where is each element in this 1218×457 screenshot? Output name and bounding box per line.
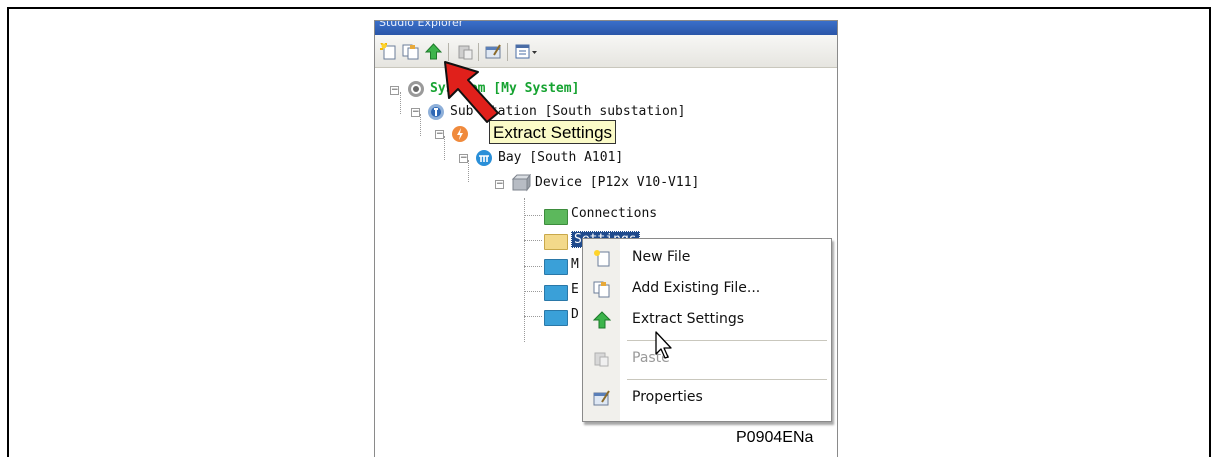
- new-file-icon[interactable]: [380, 43, 397, 60]
- folder-icon: [544, 259, 568, 275]
- view-options-icon[interactable]: [515, 43, 539, 60]
- add-existing-file-icon[interactable]: [402, 43, 419, 60]
- substation-node-label[interactable]: station [South substation]: [482, 104, 686, 119]
- menu-separator: [627, 379, 827, 380]
- bay-icon: [476, 150, 492, 166]
- folder-icon: [544, 234, 568, 250]
- paste-icon: [594, 352, 609, 367]
- toolbar-separator: [507, 43, 508, 61]
- collapse-bay-toggle[interactable]: −: [459, 154, 468, 163]
- menu-item-label: New File: [632, 249, 691, 265]
- extract-settings-tooltip: Extract Settings: [489, 120, 617, 144]
- menu-item-paste[interactable]: Paste: [583, 344, 831, 374]
- menu-item-properties[interactable]: Properties: [583, 383, 831, 413]
- connections-node-label[interactable]: Connections: [571, 206, 657, 221]
- bay-node-label[interactable]: Bay [South A101]: [498, 150, 623, 165]
- folder-node-label[interactable]: E: [571, 282, 579, 297]
- mouse-cursor-icon: [655, 331, 672, 359]
- callout-arrow-icon: [444, 61, 499, 123]
- panel-title: Studio Explorer: [375, 21, 837, 35]
- folder-icon: [544, 285, 568, 301]
- device-icon: [511, 174, 531, 192]
- collapse-substation-toggle[interactable]: −: [411, 108, 420, 117]
- folder-node-label[interactable]: M: [571, 257, 579, 272]
- context-menu: New File Add Existing File... Extract Se…: [582, 238, 832, 422]
- folder-icon: [544, 310, 568, 326]
- folder-node-label[interactable]: D: [571, 307, 579, 322]
- menu-item-label: Extract Settings: [632, 311, 745, 327]
- menu-item-label: Properties: [632, 389, 703, 405]
- collapse-system-toggle[interactable]: −: [390, 86, 399, 95]
- menu-item-new-file[interactable]: New File: [583, 243, 831, 273]
- device-node-label[interactable]: Device [P12x V10-V11]: [535, 175, 699, 190]
- new-file-icon: [594, 250, 610, 267]
- extract-settings-icon: [593, 311, 611, 329]
- properties-icon: [593, 390, 610, 406]
- menu-item-add-existing-file[interactable]: Add Existing File...: [583, 274, 831, 304]
- figure-caption: P0904ENa: [736, 429, 814, 446]
- add-existing-file-icon: [593, 281, 610, 298]
- collapse-voltage-toggle[interactable]: −: [435, 130, 444, 139]
- folder-icon: [544, 209, 568, 225]
- system-icon: [408, 81, 424, 97]
- collapse-device-toggle[interactable]: −: [495, 180, 504, 189]
- menu-item-label: Add Existing File...: [632, 280, 761, 296]
- menu-item-extract-settings[interactable]: Extract Settings: [583, 305, 831, 335]
